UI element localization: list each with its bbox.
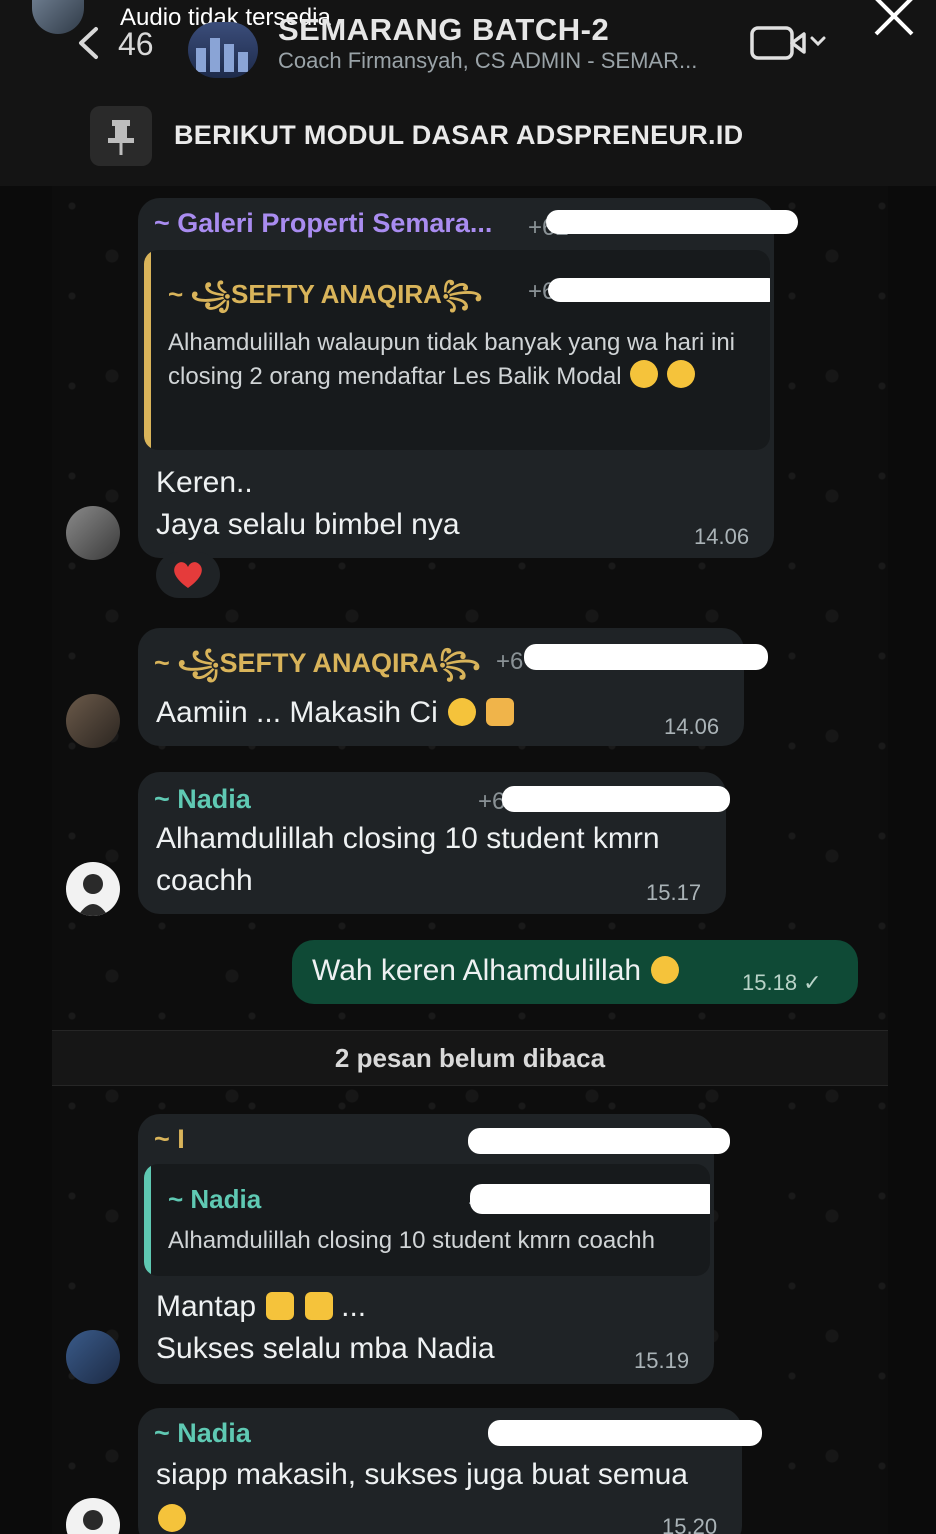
quote-accent-bar <box>144 1164 151 1276</box>
reaction-badge[interactable] <box>156 552 220 598</box>
sender-avatar[interactable] <box>66 1330 120 1384</box>
emoji-thumbs-up-icon <box>304 1292 333 1320</box>
message-line: Aamiin ... Makasih Ci <box>156 692 515 734</box>
chat-header: Audio tidak tersedia 46 SEMARANG BATCH-2… <box>0 0 936 100</box>
close-icon[interactable] <box>870 0 918 40</box>
sender-avatar[interactable] <box>66 506 120 560</box>
quoted-text: Alhamdulillah walaupun tidak banyak yang… <box>168 326 758 394</box>
message-line: Keren.. <box>156 466 253 499</box>
sender-avatar[interactable] <box>66 694 120 748</box>
redaction-mark <box>468 1128 730 1154</box>
quoted-message[interactable]: ~ Nadia +62 Alhamdulillah closing 10 stu… <box>144 1164 710 1276</box>
message-line: Mantap ... <box>156 1286 366 1328</box>
message-time: 15.20 <box>662 1514 718 1534</box>
video-call-icon[interactable] <box>748 24 830 64</box>
quoted-message[interactable]: ~ ꧁SEFTY ANAQIRA꧂ +6 Alhamdulillah walau… <box>144 250 770 450</box>
message-time: 14.06 <box>664 714 720 739</box>
message-line <box>156 1498 186 1534</box>
message-text: Wah keren Alhamdulillah <box>312 954 642 987</box>
emoji-raised-hands-icon <box>651 956 680 984</box>
message-bubble[interactable]: ~ Nadia siapp makasih, sukses juga buat … <box>138 1408 762 1534</box>
quoted-sender: ~ Nadia <box>168 1184 262 1214</box>
outgoing-message-bubble[interactable]: Wah keren Alhamdulillah 15.18 ✓ <box>292 940 858 1004</box>
redaction-mark <box>548 278 770 302</box>
pinned-message-bar[interactable]: BERIKUT MODUL DASAR ADSPRENEUR.ID <box>0 100 936 186</box>
emoji-grin-icon <box>158 1504 186 1532</box>
message-bubble[interactable]: ~ I ~ Nadia +62 Alhamdulillah closing 10… <box>138 1114 730 1384</box>
message-time: 15.19 <box>634 1348 690 1373</box>
redaction-mark <box>524 644 768 670</box>
message-bubble[interactable]: ~ ꧁SEFTY ANAQIRA꧂ +6 Aamiin ... Makasih … <box>138 628 768 746</box>
message-line: coachh <box>156 864 253 897</box>
message-time: 15.18 ✓ <box>742 970 822 995</box>
sender-avatar[interactable] <box>66 862 120 916</box>
emoji-hearts-face-icon <box>448 698 477 726</box>
message-sender[interactable]: ~ Nadia <box>154 1418 251 1449</box>
message-line: Wah keren Alhamdulillah <box>312 950 680 992</box>
message-sender[interactable]: ~ I <box>154 1124 185 1155</box>
quote-accent-bar <box>144 250 151 450</box>
quoted-sender: ~ ꧁SEFTY ANAQIRA꧂ <box>168 279 483 309</box>
quoted-text: Alhamdulillah closing 10 student kmrn co… <box>168 1227 655 1254</box>
emoji-pray-icon <box>486 698 515 726</box>
redaction-mark <box>502 786 730 812</box>
message-sender[interactable]: ~ Nadia <box>154 784 251 815</box>
message-sender[interactable]: ~ Galeri Properti Semara... <box>154 208 492 239</box>
message-bubble[interactable]: ~ Galeri Properti Semara... +62 ~ ꧁SEFTY… <box>138 198 798 558</box>
message-bubble[interactable]: ~ Nadia +62 Alhamdulillah closing 10 stu… <box>138 772 730 914</box>
message-line: Alhamdulillah closing 10 student kmrn <box>156 822 660 855</box>
back-chevron-icon[interactable] <box>72 26 106 60</box>
emoji-grin-icon <box>666 360 695 388</box>
redaction-mark <box>470 1184 710 1214</box>
message-line: siapp makasih, sukses juga buat semua <box>156 1458 688 1491</box>
emoji-thumbs-up-icon <box>266 1292 295 1320</box>
message-line: Jaya selalu bimbel nya <box>156 508 460 541</box>
group-title[interactable]: SEMARANG BATCH-2 <box>278 12 609 48</box>
message-text: Aamiin ... Makasih Ci <box>156 696 438 729</box>
redaction-mark <box>546 210 798 234</box>
message-time: 15.17 <box>646 880 702 905</box>
unread-divider: 2 pesan belum dibaca <box>52 1030 888 1086</box>
message-text: Mantap <box>156 1290 257 1323</box>
redaction-mark <box>488 1420 762 1446</box>
message-sender[interactable]: ~ ꧁SEFTY ANAQIRA꧂ <box>154 642 481 697</box>
message-suffix: ... <box>341 1290 367 1323</box>
pinned-message-text: BERIKUT MODUL DASAR ADSPRENEUR.ID <box>174 120 744 150</box>
back-unread-count[interactable]: 46 <box>118 26 154 63</box>
message-line: Sukses selalu mba Nadia <box>156 1332 495 1365</box>
pin-icon <box>90 106 152 166</box>
message-time: 14.06 <box>694 524 750 549</box>
heart-icon <box>174 562 202 588</box>
group-avatar[interactable] <box>188 22 258 78</box>
unread-divider-text: 2 pesan belum dibaca <box>334 1043 606 1073</box>
group-members[interactable]: Coach Firmansyah, CS ADMIN - SEMAR... <box>278 48 697 74</box>
sender-phone: +6 <box>496 648 524 675</box>
emoji-hugging-icon <box>630 360 659 388</box>
